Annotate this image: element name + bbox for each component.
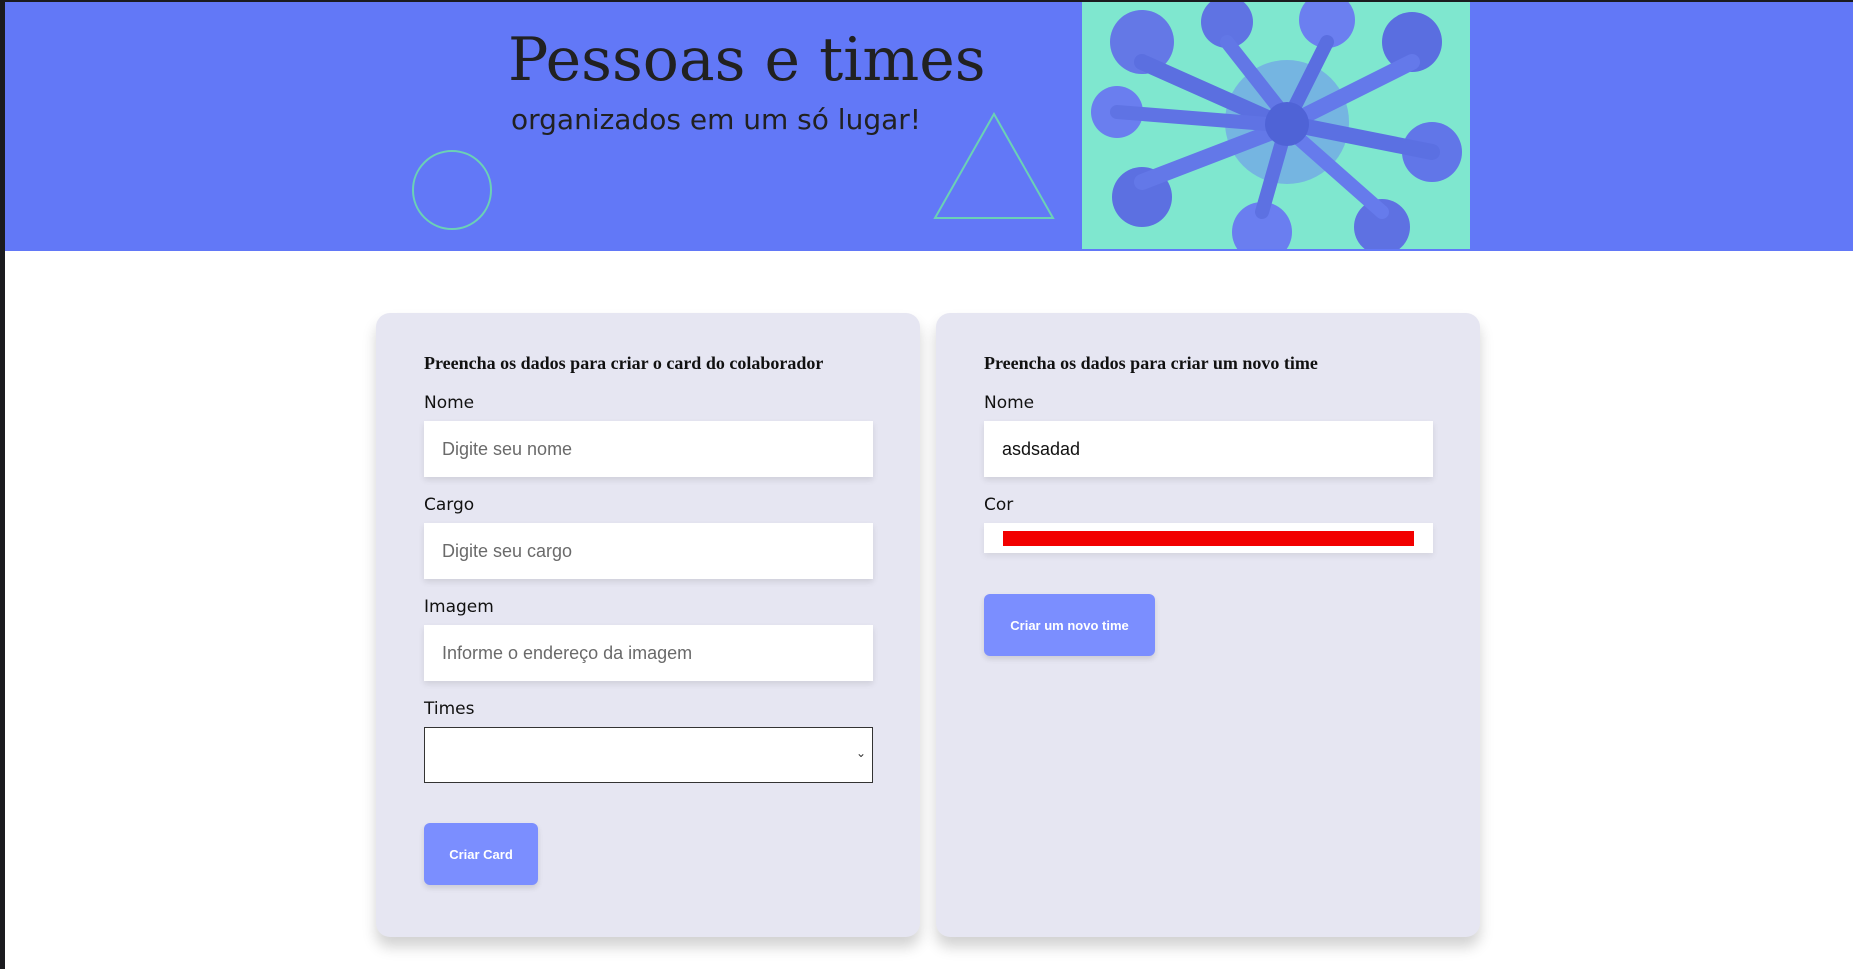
teams-select[interactable]: ⌄ (424, 727, 873, 783)
banner-title: Pessoas e times (508, 25, 986, 95)
image-label: Imagem (424, 597, 494, 617)
main-content: Preencha os dados para criar o card do c… (5, 251, 1853, 969)
team-name-label: Nome (984, 393, 1035, 413)
create-card-button[interactable]: Criar Card (424, 823, 538, 885)
color-swatch (1003, 531, 1414, 546)
image-url-input[interactable] (424, 625, 873, 681)
role-label: Cargo (424, 495, 475, 515)
team-form-heading: Preencha os dados para criar um novo tim… (984, 353, 1318, 373)
teams-label: Times (424, 699, 475, 719)
role-input[interactable] (424, 523, 873, 579)
decorative-circle-icon (412, 150, 492, 230)
name-input[interactable] (424, 421, 873, 477)
team-name-input[interactable] (984, 421, 1433, 477)
name-label: Nome (424, 393, 475, 413)
page-viewport: Pessoas e times organizados em um só lug… (5, 2, 1853, 969)
collaborator-form-heading: Preencha os dados para criar o card do c… (424, 353, 824, 373)
team-color-label: Cor (984, 495, 1014, 515)
team-hands-illustration (1082, 2, 1470, 249)
team-form: Preencha os dados para criar um novo tim… (936, 313, 1480, 937)
chevron-down-icon: ⌄ (855, 746, 866, 760)
collaborator-form: Preencha os dados para criar o card do c… (376, 313, 920, 937)
banner: Pessoas e times organizados em um só lug… (5, 2, 1853, 251)
decorative-triangle-icon (933, 112, 1055, 219)
team-color-input[interactable] (984, 523, 1433, 553)
team-hands-photo (1082, 2, 1470, 249)
banner-subtitle: organizados em um só lugar! (511, 103, 921, 136)
create-team-button[interactable]: Criar um novo time (984, 594, 1155, 656)
